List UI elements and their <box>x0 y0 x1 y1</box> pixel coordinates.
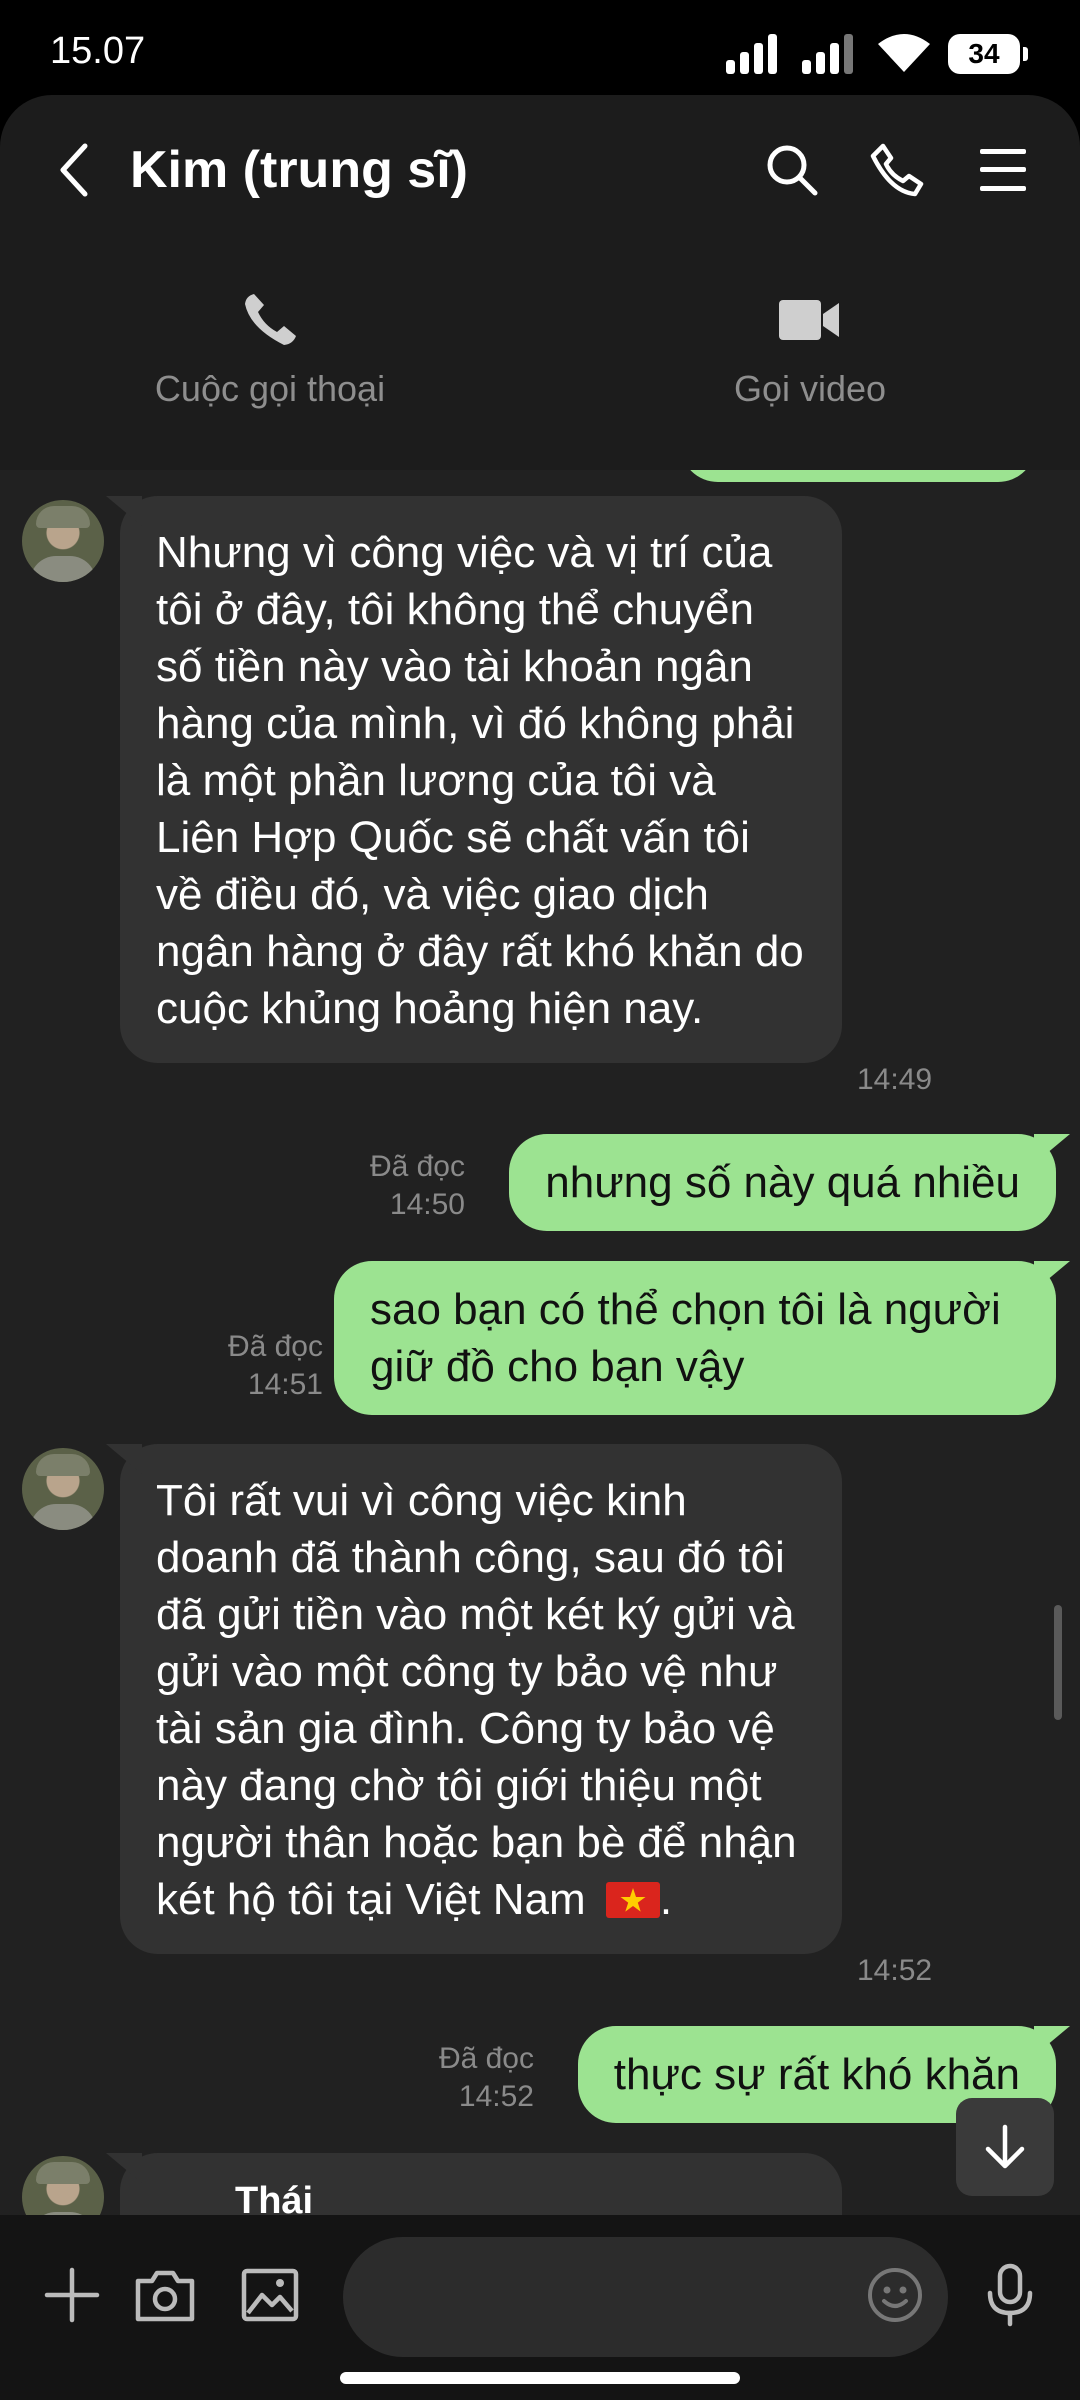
message-text: Nhưng vì công việc và vị trí của tôi ở đ… <box>156 528 804 1033</box>
menu-icon <box>980 149 1026 191</box>
message-text: sao bạn có thể chọn tôi là người giữ đồ … <box>370 1285 1001 1391</box>
chat-title: Kim (trung sĩ) <box>130 141 468 199</box>
message-bubble-outgoing[interactable]: sao bạn có thể chọn tôi là người giữ đồ … <box>334 1261 1056 1415</box>
back-icon <box>60 143 88 197</box>
gallery-button[interactable] <box>230 2255 310 2335</box>
signal-2-icon <box>802 34 853 74</box>
camera-icon <box>135 2270 195 2322</box>
status-time: 15.07 <box>50 30 146 72</box>
add-button[interactable] <box>32 2255 112 2335</box>
message-text: thực sự rất khó khăn <box>613 2050 1020 2099</box>
message-time: 14:50 <box>389 1188 465 1221</box>
reply-name: Thái <box>235 2180 314 2215</box>
avatar[interactable] <box>22 500 104 582</box>
message-text: nhưng số này quá nhiều <box>545 1158 1020 1207</box>
voice-message-button[interactable] <box>970 2255 1050 2335</box>
message-time: 14:52 <box>458 2080 534 2113</box>
previous-message-edge <box>680 470 1036 482</box>
phone-icon <box>245 294 296 345</box>
voice-call-label: Cuộc gọi thoại <box>154 368 386 409</box>
read-status: Đã đọc <box>438 2042 534 2075</box>
emoji-button[interactable] <box>855 2255 935 2335</box>
voice-call-option[interactable]: Cuộc gọi thoại <box>105 290 435 440</box>
scrollbar[interactable] <box>1054 1605 1062 1720</box>
message-bubble-incoming[interactable]: Nhưng vì công việc và vị trí của tôi ở đ… <box>120 496 842 1063</box>
mic-icon <box>987 2263 1033 2327</box>
home-indicator[interactable] <box>340 2372 740 2384</box>
message-time: 14:51 <box>247 1368 323 1401</box>
camera-button[interactable] <box>125 2255 205 2335</box>
message-time: 14:52 <box>857 1954 933 1987</box>
scroll-to-bottom-button[interactable] <box>956 2098 1054 2196</box>
avatar[interactable] <box>22 1448 104 1530</box>
read-status: Đã đọc <box>227 1330 323 1363</box>
message-bubble-incoming[interactable]: Thái <box>120 2153 842 2215</box>
battery-icon: 34 <box>948 34 1028 74</box>
avatar[interactable] <box>22 2156 104 2215</box>
read-receipt: Đã đọc 14:52 <box>439 2040 534 2116</box>
video-icon <box>779 300 839 340</box>
read-receipt: Đã đọc 14:50 <box>370 1148 465 1224</box>
message-time: 14:49 <box>857 1063 933 1096</box>
search-button[interactable] <box>757 135 827 205</box>
read-receipt: Đã đọc 14:51 <box>228 1328 323 1404</box>
message-text-end: . <box>659 1875 673 1924</box>
status-icons: 34 <box>726 30 1028 78</box>
message-list[interactable]: Nhưng vì công việc và vị trí của tôi ở đ… <box>0 470 1080 2215</box>
message-text: Tôi rất vui vì công việc kinh doanh đã t… <box>156 1476 797 1924</box>
message-bubble-incoming[interactable]: Tôi rất vui vì công việc kinh doanh đã t… <box>120 1444 842 1954</box>
video-call-label: Gọi video <box>733 368 887 409</box>
read-status: Đã đọc <box>369 1150 465 1183</box>
chat-header: Kim (trung sĩ) Cuộc gọi thoại Gọi video <box>0 95 1080 470</box>
search-icon <box>767 145 818 196</box>
menu-button[interactable] <box>968 135 1038 205</box>
signal-icon <box>726 34 777 74</box>
plus-icon <box>44 2267 100 2323</box>
phone-icon <box>870 143 924 197</box>
image-icon <box>241 2268 299 2322</box>
battery-level: 34 <box>968 38 1000 69</box>
emoji-icon <box>868 2268 922 2322</box>
vietnam-flag-emoji <box>605 1882 660 1918</box>
status-bar: 15.07 34 <box>0 0 1080 100</box>
arrow-down-icon <box>985 2124 1025 2169</box>
message-bubble-outgoing[interactable]: nhưng số này quá nhiều <box>509 1134 1056 1231</box>
call-button[interactable] <box>862 135 932 205</box>
video-call-option[interactable]: Gọi video <box>645 290 975 440</box>
back-button[interactable] <box>40 135 110 205</box>
wifi-icon <box>878 34 930 72</box>
